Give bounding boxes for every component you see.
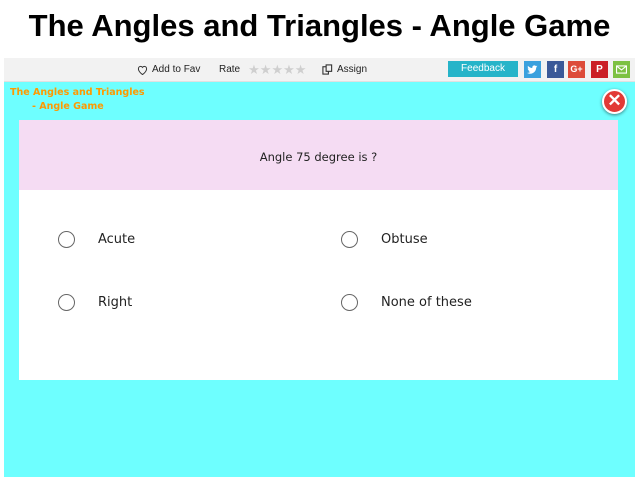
radio-button[interactable]: [341, 231, 358, 248]
question-text: Angle 75 degree is ?: [259, 150, 378, 164]
feedback-button[interactable]: Feedback: [448, 61, 518, 77]
heart-icon: [137, 65, 148, 75]
option-right[interactable]: Right: [58, 294, 132, 311]
add-to-fav-label: Add to Fav: [152, 64, 201, 75]
facebook-icon[interactable]: f: [547, 61, 564, 78]
star-icon[interactable]: ★: [295, 63, 307, 76]
close-button[interactable]: ✕: [602, 89, 627, 114]
game-logo-line1: The Angles and Triangles: [10, 87, 145, 98]
option-obtuse[interactable]: Obtuse: [341, 231, 428, 248]
twitter-icon[interactable]: [524, 61, 541, 78]
assign-button[interactable]: Assign: [322, 64, 367, 75]
radio-button[interactable]: [58, 294, 75, 311]
rating-stars: ★ ★ ★ ★ ★: [248, 63, 307, 76]
radio-button[interactable]: [58, 231, 75, 248]
page-title: The Angles and Triangles - Angle Game: [28, 8, 611, 43]
radio-button[interactable]: [341, 294, 358, 311]
star-icon[interactable]: ★: [248, 63, 260, 76]
pinterest-icon[interactable]: P: [591, 61, 608, 78]
star-icon[interactable]: ★: [283, 63, 295, 76]
add-to-fav-button[interactable]: Add to Fav: [137, 64, 200, 75]
option-label: Obtuse: [381, 232, 428, 247]
assign-icon: [322, 64, 333, 75]
option-acute[interactable]: Acute: [58, 231, 135, 248]
game-area: The Angles and Triangles - Angle Game ✕ …: [4, 82, 635, 477]
close-icon: ✕: [607, 91, 622, 110]
game-logo: The Angles and Triangles - Angle Game: [10, 86, 160, 114]
star-icon[interactable]: ★: [260, 63, 272, 76]
star-icon[interactable]: ★: [271, 63, 283, 76]
option-label: Right: [98, 295, 133, 310]
email-icon[interactable]: [613, 61, 630, 78]
option-label: None of these: [381, 295, 472, 310]
google-plus-icon[interactable]: G+: [568, 61, 585, 78]
question-card: Angle 75 degree is ? Acute Obtuse Right …: [19, 120, 618, 380]
rate-widget: Rate ★ ★ ★ ★ ★: [219, 63, 307, 76]
option-label: Acute: [98, 232, 136, 247]
rate-label: Rate: [219, 64, 241, 75]
option-none-of-these[interactable]: None of these: [341, 294, 472, 311]
assign-label: Assign: [337, 64, 368, 75]
toolbar: Add to Fav Rate ★ ★ ★ ★ ★ Assign Feedbac…: [4, 58, 635, 82]
question-band: Angle 75 degree is ?: [19, 120, 618, 190]
game-logo-line2: - Angle Game: [32, 101, 104, 112]
